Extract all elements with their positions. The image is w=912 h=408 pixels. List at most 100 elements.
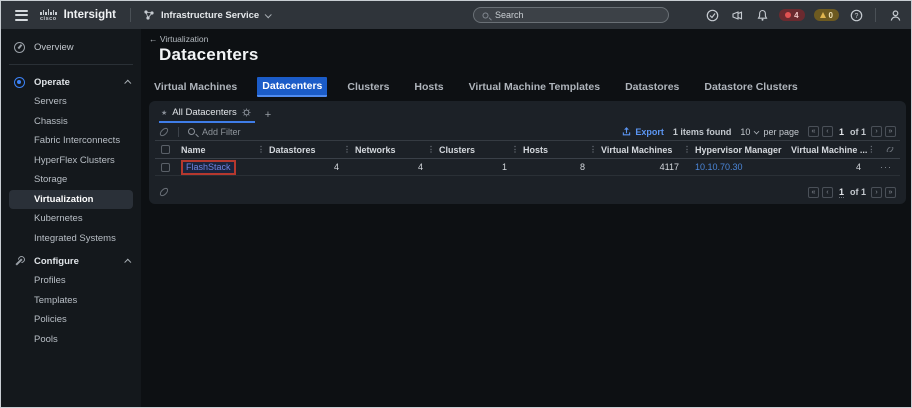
select-all-checkbox[interactable] — [161, 145, 170, 154]
column-menu-icon[interactable]: ⋮ — [683, 145, 695, 154]
toolbar-right-group: Export 1 items found 10 per page « ‹ 1 o… — [622, 126, 896, 137]
current-page-label: 1 — [838, 186, 844, 198]
service-name: Infrastructure Service — [160, 9, 260, 21]
pagination-top: « ‹ 1 of 1 › » — [807, 126, 896, 137]
tab-virtual-machine-templates[interactable]: Virtual Machine Templates — [464, 78, 606, 96]
column-header-virtual-machines: Virtual Machines ⋮ — [601, 145, 695, 155]
pagination-bottom: « ‹ 1 of 1 › » — [807, 186, 896, 198]
table-view-tabs: ★ All Datacenters + — [155, 101, 900, 123]
pin-star-icon: ★ — [161, 109, 168, 117]
last-page-button[interactable]: » — [885, 126, 896, 137]
header-icon-group: 4 0 ? — [704, 1, 903, 29]
breadcrumb-back-link[interactable]: ← Virtualization — [149, 34, 208, 44]
chevron-up-icon — [124, 258, 132, 266]
export-link-icon[interactable] — [158, 125, 170, 138]
annotation-red-box: FlashStack — [181, 159, 236, 175]
add-filter-input[interactable]: Add Filter — [202, 127, 241, 137]
last-page-button[interactable]: » — [885, 186, 896, 198]
hypervisor-manager-link[interactable]: 10.10.70.30 — [695, 162, 743, 172]
sidebar-section-configure[interactable]: Configure — [1, 251, 141, 271]
search-placeholder: Search — [495, 10, 524, 20]
view-tab-all-datacenters[interactable]: ★ All Datacenters — [159, 104, 255, 123]
sidebar-item-kubernetes[interactable]: Kubernetes — [1, 209, 141, 229]
row-checkbox[interactable] — [161, 162, 170, 172]
row-actions-ellipsis[interactable]: ··· — [877, 162, 900, 172]
sidebar-item-virtualization[interactable]: Virtualization — [9, 189, 133, 209]
notifications-bell-icon[interactable] — [754, 7, 770, 23]
column-menu-icon[interactable]: ⋮ — [427, 145, 439, 154]
sidebar-item-pools[interactable]: Pools — [1, 330, 141, 350]
datacenters-table-card: ★ All Datacenters + Add Filter Export 1 … — [149, 101, 906, 204]
sidebar-section-operate[interactable]: Operate — [1, 72, 141, 92]
service-selector[interactable]: Infrastructure Service — [143, 9, 272, 21]
sidebar-item-overview[interactable]: Overview — [1, 37, 141, 57]
per-page-selector[interactable]: 10 per page — [740, 127, 799, 137]
sidebar-item-storage[interactable]: Storage — [1, 170, 141, 190]
sidebar-divider — [9, 64, 133, 65]
header-divider — [875, 8, 876, 22]
cell-name: FlashStack — [181, 159, 269, 175]
sidebar-item-policies[interactable]: Policies — [1, 310, 141, 330]
column-header-name: Name ⋮ — [181, 145, 269, 155]
chevron-down-icon — [754, 128, 760, 135]
critical-alarms-badge[interactable]: 4 — [779, 9, 805, 21]
sidebar-item-servers[interactable]: Servers — [1, 92, 141, 112]
column-menu-icon[interactable]: ⋮ — [257, 145, 269, 154]
tab-datastore-clusters[interactable]: Datastore Clusters — [699, 78, 802, 96]
header-divider — [129, 8, 131, 22]
table-row-flashstack[interactable]: FlashStack 4 4 1 8 4117 10.10.70.30 4 ··… — [155, 159, 900, 176]
column-header-datastores: Datastores ⋮ — [269, 145, 355, 155]
add-view-plus-icon[interactable]: + — [265, 109, 271, 121]
next-page-button[interactable]: › — [871, 186, 882, 198]
column-menu-icon[interactable]: ⋮ — [343, 145, 355, 154]
user-account-icon[interactable] — [887, 7, 903, 23]
sidebar-item-templates[interactable]: Templates — [1, 291, 141, 311]
help-icon[interactable]: ? — [848, 7, 864, 23]
column-menu-icon[interactable]: ⋮ — [589, 145, 601, 154]
svg-text:?: ? — [854, 13, 858, 20]
page-title: Datacenters — [159, 45, 259, 64]
table-header-row: Name ⋮ Datastores ⋮ Networks ⋮ Clusters ⋮ Ho… — [155, 141, 900, 159]
sidebar-item-integrated-systems[interactable]: Integrated Systems — [1, 229, 141, 249]
tab-hosts[interactable]: Hosts — [409, 78, 448, 96]
view-settings-gear-icon[interactable] — [242, 108, 251, 117]
tab-datastores[interactable]: Datastores — [620, 78, 684, 96]
hamburger-menu-icon[interactable] — [15, 9, 28, 21]
current-page-label: 1 — [838, 126, 844, 137]
tab-datacenters[interactable]: Datacenters — [257, 77, 328, 97]
column-header-networks: Networks ⋮ — [355, 145, 439, 155]
tab-clusters[interactable]: Clusters — [342, 78, 394, 96]
cell-hosts: 8 — [579, 162, 585, 172]
sidebar-item-hyperflex-clusters[interactable]: HyperFlex Clusters — [1, 151, 141, 171]
warning-triangle-icon — [819, 12, 826, 18]
filter-search-icon — [188, 128, 195, 135]
acknowledge-check-icon[interactable] — [704, 7, 720, 23]
column-header-hypervisor-manager: Hypervisor Manager — [695, 144, 782, 155]
column-settings-icon[interactable] — [885, 147, 895, 152]
sidebar-item-chassis[interactable]: Chassis — [1, 112, 141, 132]
export-link-icon[interactable] — [158, 186, 170, 198]
announcements-megaphone-icon[interactable] — [729, 7, 745, 23]
tab-virtual-machines[interactable]: Virtual Machines — [149, 78, 242, 96]
sidebar-section-label: Configure — [34, 255, 79, 267]
column-menu-icon[interactable]: ⋮ — [511, 145, 523, 154]
next-page-button[interactable]: › — [871, 126, 882, 137]
cell-clusters: 1 — [501, 162, 507, 172]
prev-page-button[interactable]: ‹ — [821, 126, 833, 137]
first-page-button[interactable]: « — [807, 186, 819, 198]
app-title: Intersight — [63, 9, 116, 21]
column-menu-icon[interactable]: ⋮ — [867, 145, 877, 154]
first-page-button[interactable]: « — [807, 126, 819, 137]
datacenter-name-link[interactable]: FlashStack — [186, 162, 231, 172]
operate-icon — [13, 76, 26, 88]
search-input[interactable]: Search — [473, 7, 669, 23]
cisco-logo: cisco — [40, 8, 57, 22]
prev-page-button[interactable]: ‹ — [821, 186, 833, 198]
cell-networks: 4 — [417, 162, 423, 172]
sidebar-item-profiles[interactable]: Profiles — [1, 271, 141, 291]
warning-alarms-badge[interactable]: 0 — [813, 9, 839, 21]
top-header-bar: cisco Intersight Infrastructure Service … — [1, 1, 911, 29]
sidebar-item-fabric-interconnects[interactable]: Fabric Interconnects — [1, 131, 141, 151]
export-icon — [623, 127, 631, 136]
export-button[interactable]: Export — [622, 127, 664, 137]
